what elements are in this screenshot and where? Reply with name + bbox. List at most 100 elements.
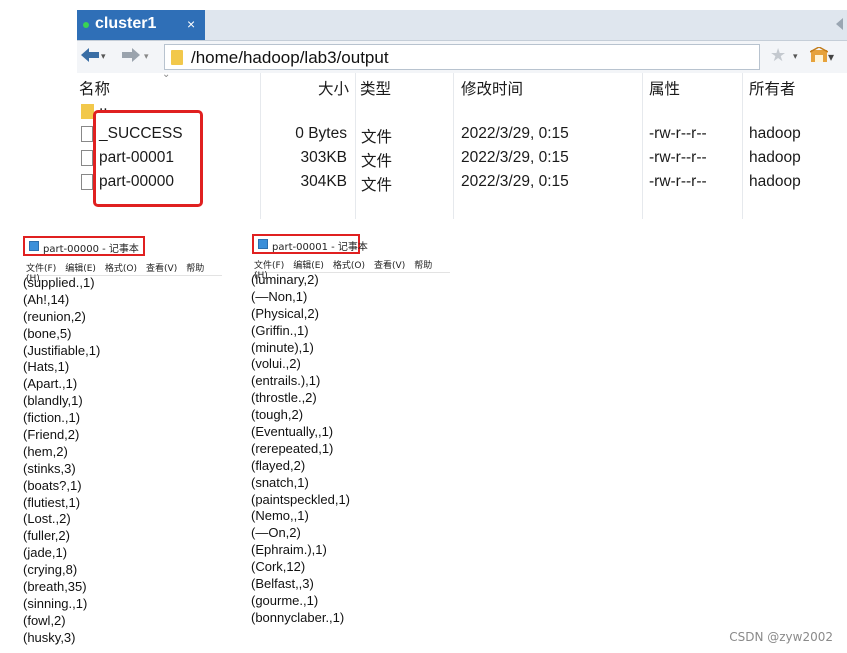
notepad-left-titlebar[interactable]: part-00000 - 记事本	[23, 236, 145, 256]
tab-bar: cluster1 ×	[77, 10, 847, 41]
file-owner: hadoop	[749, 149, 801, 166]
text-line: (blandly,1)	[23, 393, 83, 409]
text-line: (Eventually,,1)	[251, 424, 334, 440]
back-history-dropdown[interactable]: ▾	[101, 52, 106, 62]
column-header-owner[interactable]: 所有者	[749, 77, 796, 99]
column-header-attributes[interactable]: 属性	[649, 77, 680, 99]
text-line: (tough,2)	[251, 407, 304, 423]
bookmark-dropdown[interactable]: ▾	[793, 52, 798, 62]
notepad-left-text-area[interactable]: (supplied.,1) (Ah!,14) (reunion,2) (bone,5)…	[23, 275, 100, 647]
column-header-modified[interactable]: 修改时间	[461, 77, 523, 99]
text-line: (Ephraim.),1)	[251, 542, 327, 558]
text-line: (luminary,2)	[251, 272, 319, 287]
text-line: (jade,1)	[23, 545, 68, 561]
notepad-icon	[29, 241, 39, 251]
text-line: (husky,3)	[23, 629, 76, 645]
text-line: (flutiest,1)	[23, 494, 81, 510]
notepad-left-menubar: 文件(F) 编辑(E) 格式(O) 查看(V) 帮助(H)	[26, 261, 222, 284]
file-size: 304KB	[300, 173, 347, 190]
file-modified: 2022/3/29, 0:15	[461, 149, 569, 166]
column-header-type[interactable]: 类型	[360, 77, 391, 99]
navigation-toolbar: ▾ ▾ /home/hadoop/lab3/output ▾ ★ ▾	[77, 41, 847, 73]
file-attributes: -rw-r--r--	[649, 173, 707, 190]
text-line: (entrails.),1)	[251, 373, 321, 389]
text-line: (fiction.,1)	[23, 410, 81, 426]
menu-view[interactable]: 查看(V)	[374, 261, 405, 271]
path-text: /home/hadoop/lab3/output	[191, 48, 389, 67]
notepad-title: part-00001 - 记事本	[272, 242, 368, 253]
text-line: (volui.,2)	[251, 356, 301, 372]
text-line: (gourme.,1)	[251, 592, 319, 608]
tab-close-icon[interactable]: ×	[187, 16, 195, 32]
text-line: (Justifiable,1)	[23, 342, 101, 358]
text-line: (crying,8)	[23, 562, 78, 578]
file-modified: 2022/3/29, 0:15	[461, 125, 569, 142]
column-header-name[interactable]: 名称	[79, 77, 110, 99]
chevron-down-icon[interactable]: ▾	[828, 50, 834, 64]
menu-format[interactable]: 格式(O)	[105, 264, 137, 274]
menu-file[interactable]: 文件(F)	[254, 261, 284, 271]
file-attributes: -rw-r--r--	[649, 125, 707, 142]
menu-file[interactable]: 文件(F)	[26, 264, 56, 274]
tab-cluster1[interactable]: cluster1 ×	[77, 10, 205, 40]
path-input[interactable]: /home/hadoop/lab3/output ▾	[164, 44, 834, 70]
text-line: (Nemo,,1)	[251, 508, 309, 524]
home-icon[interactable]	[809, 46, 829, 63]
text-line: (snatch,1)	[251, 474, 309, 490]
menu-edit[interactable]: 编辑(E)	[65, 264, 96, 274]
tab-scroll-left-icon[interactable]	[836, 18, 843, 30]
notepad-right-titlebar[interactable]: part-00001 - 记事本	[252, 234, 368, 254]
file-size: 0 Bytes	[295, 125, 347, 142]
forward-history-dropdown[interactable]: ▾	[144, 52, 149, 62]
file-icon	[81, 174, 93, 190]
notepad-icon	[258, 239, 268, 249]
file-owner: hadoop	[749, 125, 801, 142]
text-line: (sinning.,1)	[23, 595, 88, 611]
text-line: (bonnyclaber.,1)	[251, 609, 345, 625]
highlight-annotation	[93, 110, 203, 207]
menu-view[interactable]: 查看(V)	[146, 264, 177, 274]
text-line: (Ah!,14)	[23, 291, 70, 307]
sort-caret-icon: ⌄	[162, 69, 171, 80]
file-size: 303KB	[300, 149, 347, 166]
text-line: (—Non,1)	[251, 288, 308, 304]
menu-format[interactable]: 格式(O)	[333, 261, 365, 271]
back-button[interactable]	[80, 46, 100, 69]
text-line: (Apart.,1)	[23, 376, 78, 392]
text-line: (Cork,12)	[251, 559, 306, 575]
file-icon	[81, 126, 93, 142]
text-line: (reunion,2)	[23, 308, 86, 324]
column-header-size[interactable]: 大小	[318, 77, 349, 99]
notepad-right-menubar: 文件(F) 编辑(E) 格式(O) 查看(V) 帮助(H)	[254, 258, 450, 281]
notepad-title: part-00000 - 记事本	[43, 244, 139, 255]
menu-edit[interactable]: 编辑(E)	[293, 261, 324, 271]
text-line: (Hats,1)	[23, 359, 70, 375]
text-line: (Friend,2)	[23, 427, 80, 443]
text-line: (—On,2)	[251, 525, 301, 541]
file-owner: hadoop	[749, 173, 801, 190]
text-line: (flayed,2)	[251, 457, 306, 473]
file-attributes: -rw-r--r--	[649, 149, 707, 166]
watermark: CSDN @zyw2002	[729, 630, 833, 644]
forward-button[interactable]	[121, 46, 141, 69]
text-line: (bone,5)	[23, 325, 72, 341]
text-line: (breath,35)	[23, 579, 87, 595]
notepad-right-text-area[interactable]: (luminary,2) (—Non,1) (Physical,2) (Griffin…	[251, 272, 350, 627]
file-modified: 2022/3/29, 0:15	[461, 173, 569, 190]
tab-label: cluster1	[95, 15, 157, 32]
bookmark-star-icon[interactable]: ★	[770, 45, 786, 66]
text-line: (paintspeckled,1)	[251, 491, 350, 507]
text-line: (Lost.,2)	[23, 511, 71, 527]
text-line: (Griffin.,1)	[251, 322, 309, 338]
text-line: (stinks,3)	[23, 460, 76, 476]
text-line: (Belfast,,3)	[251, 576, 314, 592]
text-line: (rerepeated,1)	[251, 440, 334, 456]
file-type: 文件	[361, 177, 393, 194]
arrow-left-icon	[81, 48, 99, 62]
connection-status-icon	[83, 22, 89, 28]
arrow-right-icon	[122, 48, 140, 62]
text-line: (fowl,2)	[23, 612, 66, 628]
text-line: (minute),1)	[251, 339, 314, 355]
file-type: 文件	[361, 153, 393, 170]
file-type: 文件	[361, 129, 393, 146]
